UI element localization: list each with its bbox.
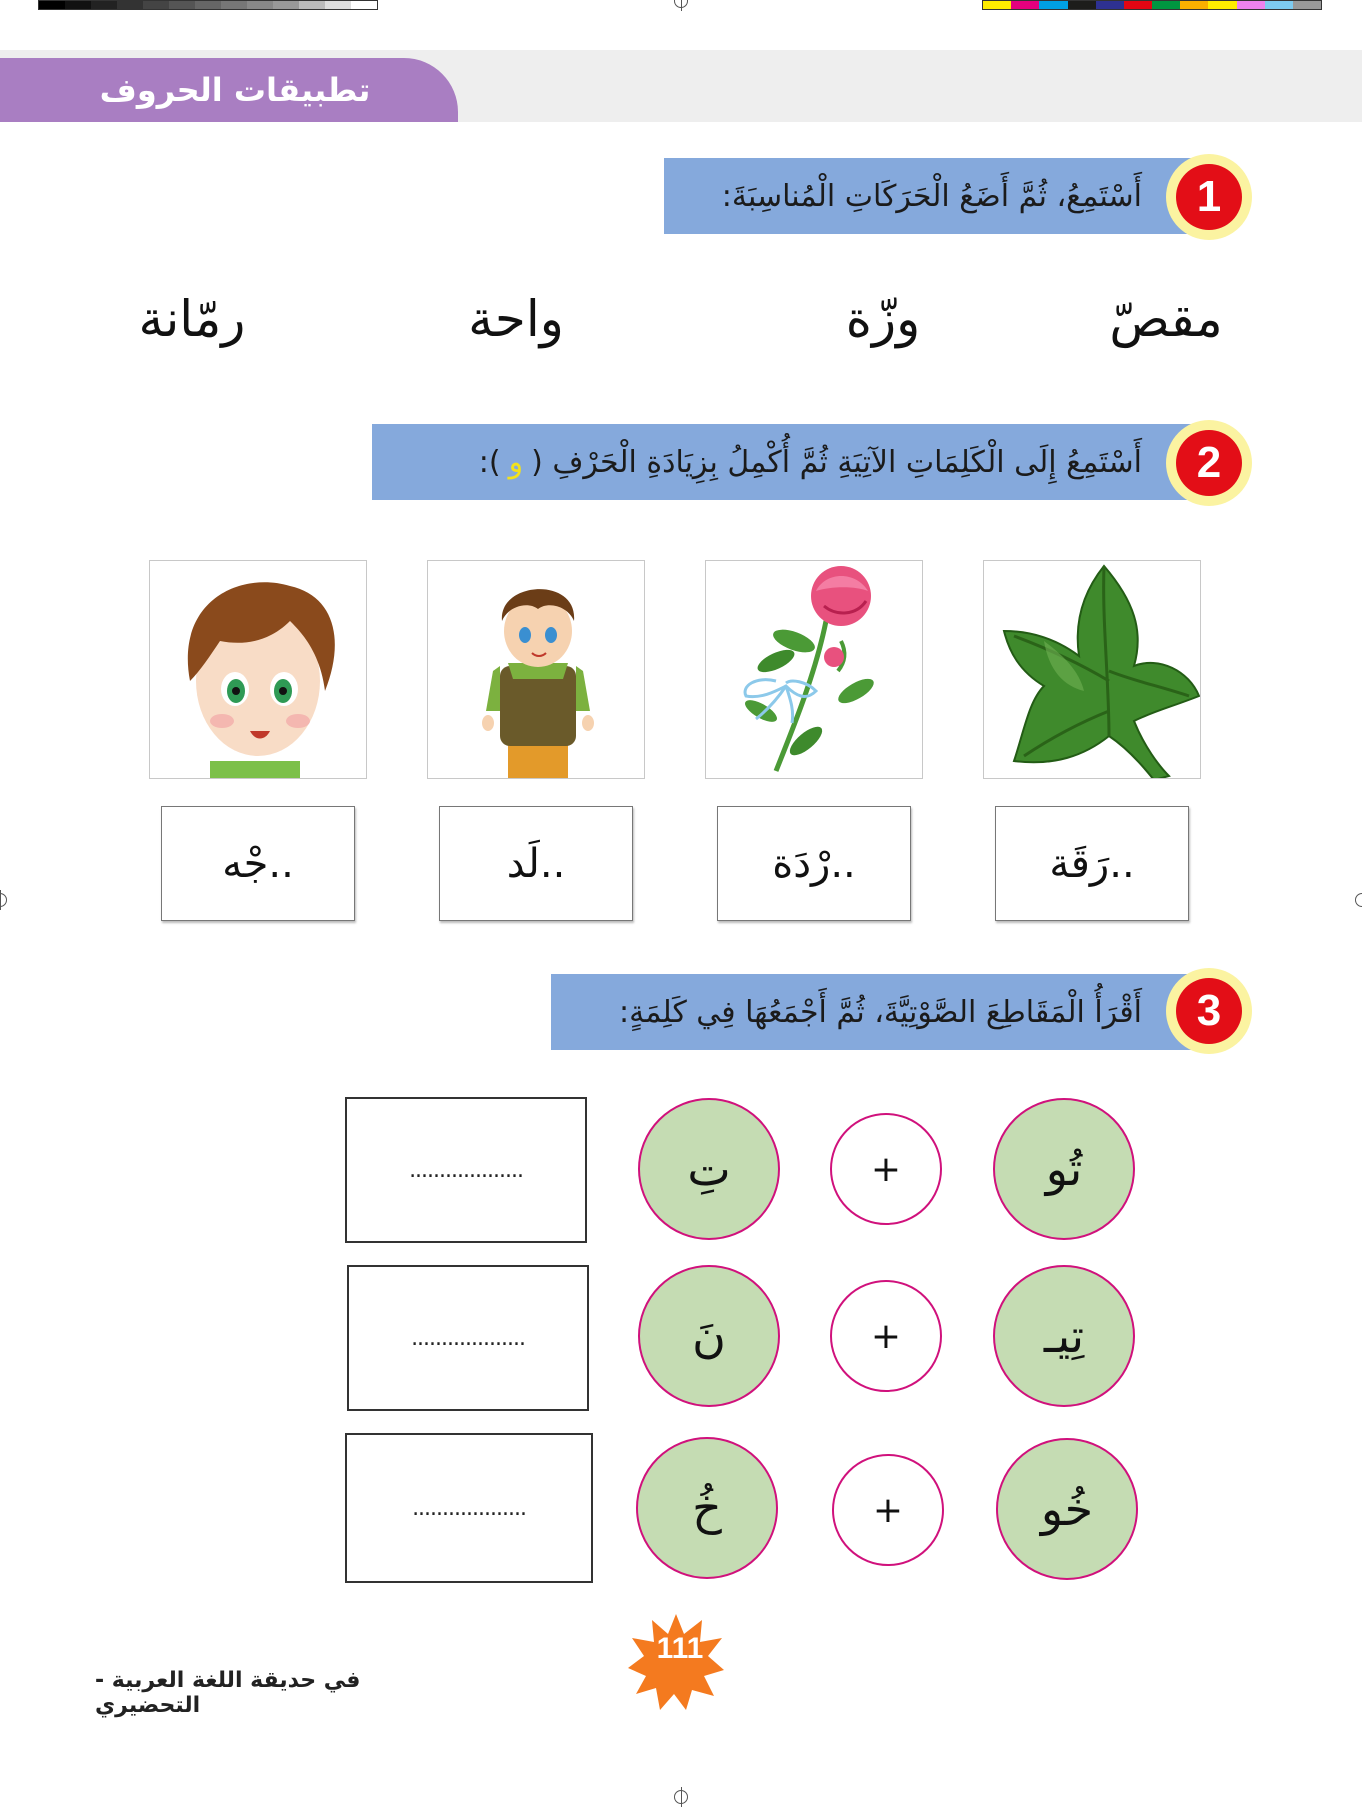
exercise1-number: 1 bbox=[1176, 164, 1242, 230]
exercise2-letter: و bbox=[508, 444, 524, 480]
book-title: في حديقة اللغة العربية - التحضيري bbox=[95, 1668, 361, 1718]
syllable-circle: تِ bbox=[638, 1098, 780, 1240]
exercise2-number: 2 bbox=[1176, 430, 1242, 496]
plus-sign: + bbox=[830, 1280, 942, 1392]
syllable-circle: نَ bbox=[638, 1265, 780, 1407]
page-number: 111 bbox=[656, 1632, 704, 1665]
word-item: وزّة bbox=[845, 290, 921, 348]
word-item: مقصّ bbox=[1109, 290, 1223, 348]
syllable-circle: خُ bbox=[636, 1437, 778, 1579]
color-calibration-bar bbox=[982, 0, 1322, 10]
syllable-circle: تِيـ bbox=[993, 1265, 1135, 1407]
rose-image bbox=[705, 560, 923, 779]
exercise3-instruction-banner: أَقْرَأُ الْمَقَاطِعَ الصَّوْتِيَّةَ، ثُ… bbox=[551, 974, 1206, 1050]
exercise3-number: 3 bbox=[1176, 978, 1242, 1044]
answer-box[interactable]: ..رَقَة bbox=[995, 806, 1189, 921]
crop-mark-icon bbox=[0, 890, 7, 910]
exercise3-instruction: أَقْرَأُ الْمَقَاطِعَ الصَّوْتِيَّةَ، ثُ… bbox=[619, 994, 1142, 1030]
result-box[interactable]: ................... bbox=[345, 1097, 587, 1243]
plus-sign: + bbox=[832, 1454, 944, 1566]
exercise2-number-badge: 2 bbox=[1166, 420, 1252, 506]
answer-box[interactable]: ..جْه bbox=[161, 806, 355, 921]
crop-mark-icon bbox=[1355, 893, 1362, 907]
word-item: رمّانة bbox=[138, 290, 246, 348]
syllable-circle: تُو bbox=[993, 1098, 1135, 1240]
exercise1-instruction: أَسْتَمِعُ، ثُمَّ أَضَعُ الْحَرَكَاتِ ال… bbox=[721, 178, 1142, 214]
grayscale-calibration-bar bbox=[38, 0, 378, 10]
exercise1-number-badge: 1 bbox=[1166, 154, 1252, 240]
leaf-image bbox=[983, 560, 1201, 779]
exercise2-instruction-banner: أَسْتَمِعُ إِلَى الْكَلِمَاتِ الآتِيَةِ … bbox=[372, 424, 1206, 500]
crop-mark-icon bbox=[674, 1787, 688, 1807]
exercise2-instruction: أَسْتَمِعُ إِلَى الْكَلِمَاتِ الآتِيَةِ … bbox=[531, 444, 1142, 480]
result-box[interactable]: ................... bbox=[347, 1265, 589, 1411]
answer-box[interactable]: ..لَد bbox=[439, 806, 633, 921]
exercise3-number-badge: 3 bbox=[1166, 968, 1252, 1054]
boy-image bbox=[427, 560, 645, 779]
page-title: تطبيقات الحروف bbox=[99, 71, 371, 109]
syllable-circle: خُو bbox=[996, 1438, 1138, 1580]
exercise1-instruction-banner: أَسْتَمِعُ، ثُمَّ أَضَعُ الْحَرَكَاتِ ال… bbox=[664, 158, 1206, 234]
face-image bbox=[149, 560, 367, 779]
word-item: واحة bbox=[468, 290, 564, 348]
result-box[interactable]: ................... bbox=[345, 1433, 593, 1583]
crop-mark-icon bbox=[674, 0, 688, 11]
exercise2-instruction-end: ): bbox=[478, 444, 501, 480]
plus-sign: + bbox=[830, 1113, 942, 1225]
answer-box[interactable]: ..رْدَة bbox=[717, 806, 911, 921]
